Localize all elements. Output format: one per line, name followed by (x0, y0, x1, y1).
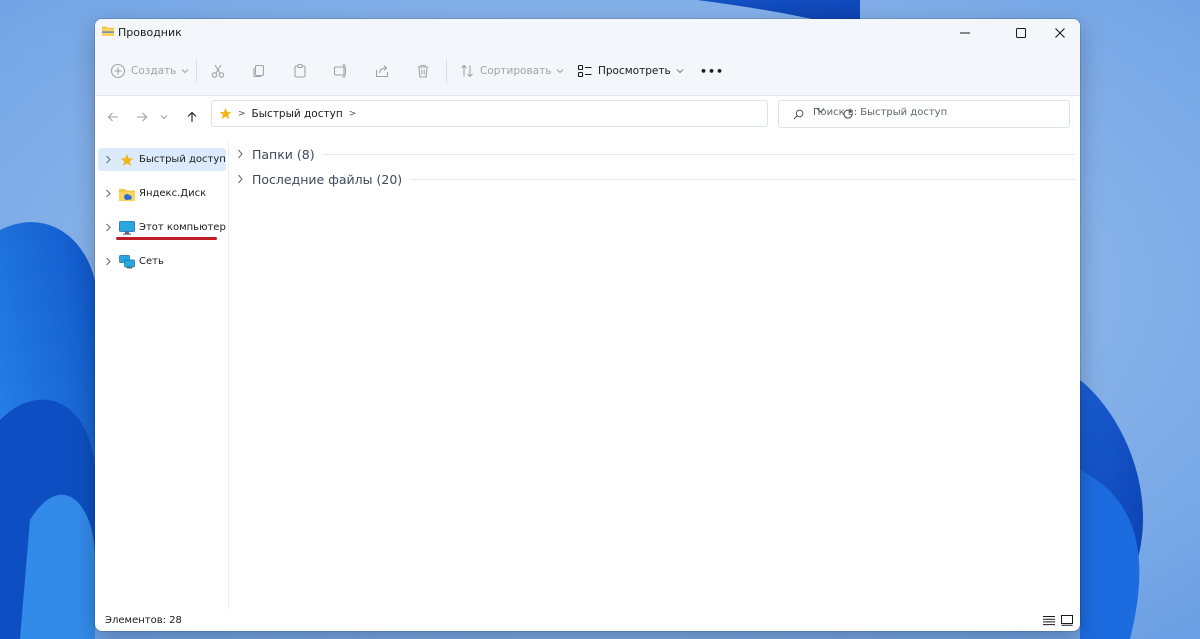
chevron-down-icon (676, 69, 684, 74)
delete-button[interactable] (415, 59, 431, 83)
sidebar-item-label: Быстрый доступ (139, 154, 226, 165)
arrow-left-icon (107, 112, 118, 122)
chevron-down-icon (160, 115, 168, 120)
item-count: Элементов: 28 (105, 615, 182, 626)
sort-label: Сортировать (480, 65, 552, 77)
address-location[interactable]: Быстрый доступ (252, 108, 343, 120)
sidebar-item-this-pc[interactable]: Этот компьютер (98, 216, 226, 239)
group-divider (322, 153, 1075, 155)
address-separator: > (348, 108, 357, 119)
back-button[interactable] (102, 106, 124, 128)
annotation-underline (116, 237, 217, 240)
create-label: Создать (131, 65, 177, 77)
chevron-right-icon (235, 149, 245, 159)
plus-circle-icon (110, 63, 126, 79)
minimize-button[interactable] (942, 19, 988, 47)
tiles-view-button[interactable] (1060, 613, 1074, 627)
folder-app-icon (102, 26, 114, 36)
sort-icon (461, 64, 473, 78)
sort-button[interactable]: Сортировать (459, 59, 564, 83)
command-bar: Создать Сортировать Просмотреть ••• (95, 47, 1080, 96)
monitor-icon (119, 220, 135, 235)
more-label: ••• (700, 64, 725, 78)
scissors-icon (211, 64, 225, 78)
view-label: Просмотреть (598, 65, 671, 77)
group-header-recent-files[interactable]: Последние файлы (20) (235, 169, 1075, 189)
address-bar[interactable]: > Быстрый доступ > (211, 100, 768, 127)
chevron-down-icon (557, 69, 564, 74)
sidebar-item-label: Яндекс.Диск (139, 188, 207, 199)
arrow-up-icon (187, 111, 197, 122)
group-divider (410, 178, 1075, 180)
title-bar: Проводник (95, 19, 1080, 47)
copy-icon (253, 64, 265, 78)
sidebar-item-label: Этот компьютер (139, 222, 226, 233)
create-button[interactable]: Создать (110, 59, 189, 83)
rename-button[interactable] (333, 59, 349, 83)
trash-icon (417, 64, 429, 78)
toolbar-separator (196, 59, 197, 83)
address-separator: > (238, 108, 246, 119)
content-pane: Папки (8) Последние файлы (20) (229, 141, 1080, 609)
more-options-button[interactable]: ••• (700, 59, 724, 83)
forward-button[interactable] (131, 106, 153, 128)
group-label: Папки (8) (252, 146, 315, 162)
network-icon (119, 254, 135, 268)
close-icon (1055, 28, 1065, 38)
details-view-icon (1043, 615, 1055, 625)
up-button[interactable] (181, 106, 203, 128)
search-input[interactable] (813, 107, 1053, 118)
chevron-right-icon[interactable] (101, 189, 115, 198)
star-icon (120, 153, 134, 166)
group-label: Последние файлы (20) (252, 171, 403, 187)
search-box[interactable] (778, 100, 1070, 128)
view-button[interactable]: Просмотреть (577, 59, 684, 83)
toolbar-separator (446, 59, 447, 83)
details-view-button[interactable] (1042, 613, 1056, 627)
status-bar: Элементов: 28 (95, 609, 1080, 631)
rename-icon (333, 64, 347, 78)
close-button[interactable] (1037, 19, 1080, 47)
chevron-down-icon (181, 69, 189, 74)
chevron-right-icon[interactable] (101, 155, 115, 164)
tiles-view-icon (1061, 614, 1073, 626)
sidebar-item-quick-access[interactable]: Быстрый доступ (98, 148, 226, 171)
navigation-pane: Быстрый доступ Яндекс.Диск Этот компьюте… (95, 141, 229, 609)
arrow-right-icon (137, 112, 148, 122)
cut-button[interactable] (210, 59, 226, 83)
window-title: Проводник (118, 26, 182, 39)
copy-button[interactable] (251, 59, 267, 83)
sidebar-item-label: Сеть (139, 256, 164, 267)
chevron-right-icon (235, 174, 245, 184)
star-icon (219, 107, 232, 119)
cloud-folder-icon (119, 188, 135, 201)
paste-button[interactable] (292, 59, 308, 83)
recent-locations-button[interactable] (157, 106, 171, 128)
share-button[interactable] (374, 59, 390, 83)
explorer-window: Проводник Создать Сортировать Просмотрет… (95, 19, 1080, 631)
sidebar-item-yandex-disk[interactable]: Яндекс.Диск (98, 182, 226, 205)
paste-icon (294, 63, 306, 78)
chevron-right-icon[interactable] (101, 223, 115, 232)
maximize-icon (1016, 28, 1026, 38)
group-header-folders[interactable]: Папки (8) (235, 144, 1075, 164)
sidebar-item-network[interactable]: Сеть (98, 250, 226, 273)
share-icon (375, 65, 389, 78)
search-icon (793, 109, 804, 120)
minimize-icon (960, 32, 970, 34)
view-list-icon (577, 64, 592, 78)
chevron-right-icon[interactable] (101, 257, 115, 266)
